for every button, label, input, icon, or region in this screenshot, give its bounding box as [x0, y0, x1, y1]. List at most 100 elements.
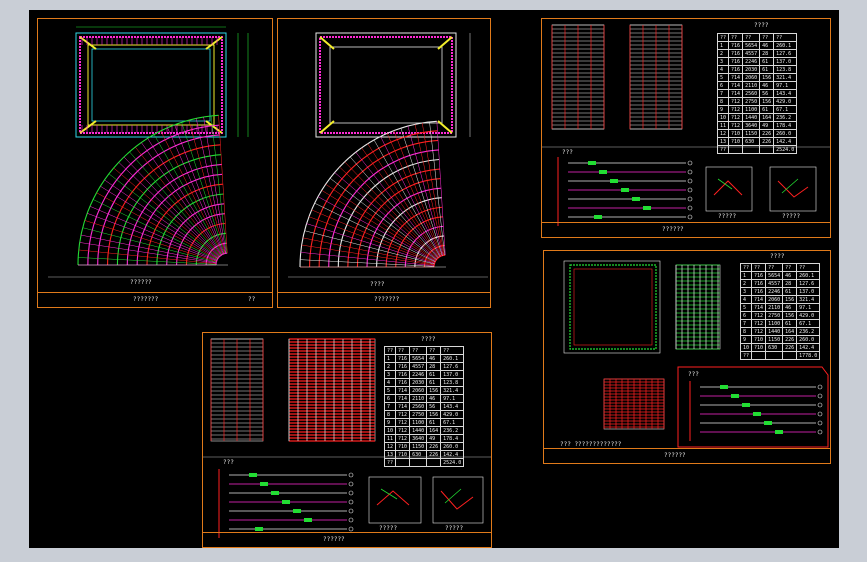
table-cell: 156 — [759, 97, 775, 106]
table-cell: ?10 — [728, 137, 744, 146]
table-cell: ?10 — [751, 343, 767, 352]
table-cell — [765, 351, 784, 360]
drawing-sheet-plan-b[interactable]: ???? ??????? — [277, 18, 491, 308]
table-cell: 1 — [383, 354, 397, 363]
table-cell: ?? — [728, 33, 744, 42]
table-cell: 5 — [739, 303, 753, 312]
table-cell: 143.4 — [773, 89, 798, 98]
title-block: ?????? — [542, 222, 830, 237]
table-cell: ?? — [796, 263, 821, 272]
table-cell: 630 — [409, 450, 428, 459]
table-row: 2 ?16 4557 28 127.6 — [716, 49, 798, 58]
table-cell: ?? — [773, 33, 798, 42]
table-cell: ?? — [765, 263, 784, 272]
table-cell: ?14 — [751, 303, 767, 312]
table-cell: 127.6 — [773, 49, 798, 58]
table-cell: 2246 — [409, 370, 428, 379]
table-cell: 2560 — [742, 89, 761, 98]
table-row: 8 ?12 2750 156 429.0 — [383, 410, 465, 419]
scheme-marker — [348, 517, 354, 523]
table-cell: 2246 — [742, 57, 761, 66]
rebar-radial — [79, 242, 217, 264]
rebar-radial — [361, 147, 440, 258]
table-cell: 11 — [383, 434, 397, 443]
table-cell — [759, 145, 775, 154]
table-row: 2 ?16 4557 28 127.6 — [383, 362, 465, 371]
table-cell: 8 — [739, 327, 753, 336]
table-cell: 1150 — [742, 129, 761, 138]
table-cell: 164 — [759, 113, 775, 122]
table-cell: ?? — [751, 263, 767, 272]
table-cell: ?? — [426, 346, 442, 355]
table-cell: ?14 — [728, 81, 744, 90]
table-cell: ?12 — [751, 311, 767, 320]
table-cell: 2 — [739, 279, 753, 288]
table-row: 10 ?12 1440 164 236.2 — [383, 426, 465, 435]
table-cell: 5654 — [409, 354, 428, 363]
table-cell: 6 — [383, 394, 397, 403]
table-cell: ?16 — [395, 354, 411, 363]
section-caption: ???? — [370, 281, 385, 288]
table-cell: ?16 — [728, 49, 744, 58]
table-cell: 8 — [716, 97, 730, 106]
table-row: 6 ?14 2110 46 97.1 — [716, 81, 798, 90]
table-cell: 2030 — [409, 378, 428, 387]
table-cell: 156 — [426, 410, 442, 419]
table-cell: 156 — [782, 311, 798, 320]
rebar-radial — [355, 152, 439, 258]
table-row: 12 ?10 1150 226 260.0 — [716, 129, 798, 138]
table-cell: ?? — [716, 145, 730, 154]
table-cell: ?? — [716, 33, 730, 42]
table-row: 3 ?16 2246 61 137.0 — [739, 287, 821, 296]
table-row: 6 ?14 2110 46 97.1 — [383, 394, 465, 403]
table-cell: 429.0 — [440, 410, 465, 419]
scheme-tag — [599, 170, 607, 174]
table-cell: ?10 — [751, 335, 767, 344]
scheme-marker — [817, 402, 823, 408]
scheme-tag — [282, 500, 290, 504]
table-cell: 2524.0 — [440, 458, 465, 467]
table-cell: ?10 — [395, 442, 411, 451]
table-cell: 8 — [383, 410, 397, 419]
title-block-text: ??????? — [133, 296, 159, 303]
rebar-radial — [89, 206, 218, 261]
table-row: 2 ?16 4557 28 127.6 — [739, 279, 821, 288]
table-cell: ?? — [383, 346, 397, 355]
scheme-marker — [348, 508, 354, 514]
table-cell: 61 — [759, 65, 775, 74]
table-cell: ?? — [739, 263, 753, 272]
table-row: 5 ?14 2110 46 97.1 — [739, 303, 821, 312]
rebar-radial — [304, 230, 435, 265]
table-cell: 2110 — [409, 394, 428, 403]
table-cell: 67.1 — [773, 105, 798, 114]
rebar-radial — [400, 128, 443, 256]
rebar-radial — [380, 136, 441, 257]
drawing-sheet-rebar-c[interactable]: ???? ?????????? 1 ?16 5654 46 260.1 2 ?16 4557 28… — [541, 18, 831, 238]
rebar-radial — [141, 142, 222, 256]
table-cell: ?16 — [751, 279, 767, 288]
table-cell: 49 — [759, 121, 775, 130]
drawing-sheet-rebar-d[interactable]: ???? ?????????? 1 ?16 5654 46 260.1 2 ?16 4557 28… — [543, 250, 831, 464]
rebar-schedule-table: ?????????? 1 ?16 5654 46 260.1 2 ?16 4557 28 127.6… — [383, 346, 465, 467]
table-cell: 97.1 — [773, 81, 798, 90]
table-row: ?????????? — [716, 33, 798, 42]
table-cell: 123.8 — [773, 65, 798, 74]
table-cell: 429.0 — [796, 311, 821, 320]
table-cell: 1440 — [742, 113, 761, 122]
rebar-radial — [96, 192, 218, 260]
table-row: 3 ?16 2246 61 137.0 — [383, 370, 465, 379]
drawing-sheet-rebar-e[interactable]: ???? ?????????? 1 ?16 5654 46 260.1 2 ?16 4557 28… — [202, 332, 492, 548]
table-row: 1 ?16 5654 46 260.1 — [716, 41, 798, 50]
table-cell — [751, 351, 767, 360]
drawing-sheet-plan-a[interactable]: ?????? ??????? ?? — [37, 18, 273, 308]
table-cell: 2246 — [765, 287, 784, 296]
table-cell: 226 — [782, 335, 798, 344]
table-cell: ?12 — [395, 410, 411, 419]
table-cell: 630 — [742, 137, 761, 146]
table-cell: 260.0 — [773, 129, 798, 138]
table-cell: 28 — [759, 49, 775, 58]
table-cell: 2060 — [409, 386, 428, 395]
table-cell: 4557 — [765, 279, 784, 288]
table-cell: 12 — [383, 442, 397, 451]
table-cell — [782, 351, 798, 360]
